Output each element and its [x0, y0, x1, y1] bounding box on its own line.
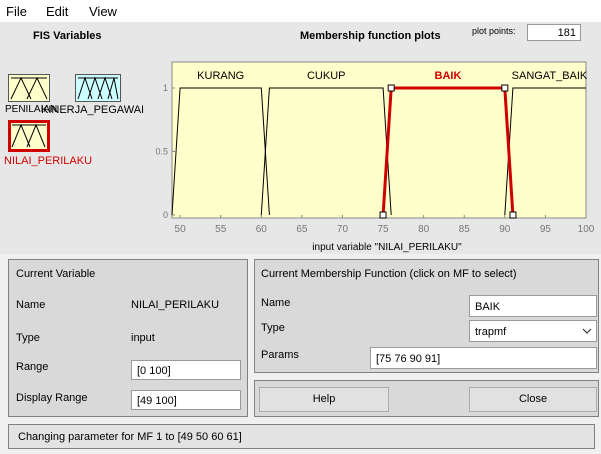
- current-variable-header: Current Variable: [16, 268, 96, 280]
- cv-display-range-label: Display Range: [16, 392, 88, 404]
- fis-output-label: KINERJA_PEGAWAI: [41, 104, 145, 116]
- menu-view[interactable]: View: [89, 4, 117, 19]
- mf-vertex-handle[interactable]: [379, 211, 387, 219]
- mf-label-kurang[interactable]: KURANG: [197, 70, 244, 82]
- plot-points-label: plot points:: [472, 26, 516, 36]
- cv-range-label: Range: [16, 361, 49, 373]
- cv-name-label: Name: [16, 299, 46, 311]
- menu-edit[interactable]: Edit: [46, 4, 68, 19]
- mf-vertex-handle[interactable]: [387, 84, 395, 92]
- mf-type-label: Type: [261, 322, 285, 334]
- x-tick-label: 65: [296, 224, 308, 235]
- cv-type-label: Type: [16, 332, 40, 344]
- x-tick-label: 60: [256, 224, 268, 235]
- x-tick-label: 70: [337, 224, 349, 235]
- mf-type-value: trapmf: [475, 326, 507, 338]
- mf-label-baik[interactable]: BAIK: [435, 70, 462, 82]
- y-tick-label: 1: [163, 83, 168, 93]
- mf-type-select[interactable]: trapmf: [469, 320, 597, 342]
- status-bar: Changing parameter for MF 1 to [49 50 60…: [8, 424, 595, 449]
- plot-area: [171, 61, 587, 219]
- mf-name-label: Name: [261, 297, 291, 309]
- membership-function-plot[interactable]: 1 0.5 0 50 55 60 65 70 75 80 85 90 95 100 KURANG CUKU…: [150, 58, 601, 254]
- current-mf-header: Current Membership Function (click on MF…: [261, 268, 517, 280]
- mf-label-cukup[interactable]: CUKUP: [307, 70, 346, 82]
- mf-label-sangat-baik[interactable]: SANGAT_BAIK: [512, 70, 588, 82]
- mf-name-input[interactable]: BAIK: [469, 295, 597, 317]
- help-button[interactable]: Help: [259, 387, 389, 412]
- cv-name-value: NILAI_PERILAKU: [131, 299, 220, 311]
- fis-input-nilai-perilaku[interactable]: [8, 120, 50, 152]
- fis-output-kinerja[interactable]: [75, 74, 121, 102]
- y-tick-label: 0.5: [155, 147, 168, 157]
- x-tick-label: 90: [499, 224, 511, 235]
- x-tick-label: 95: [540, 224, 552, 235]
- fis-variables-title: FIS Variables: [33, 30, 102, 42]
- mf-params-label: Params: [261, 349, 299, 361]
- cv-range-input[interactable]: [0 100]: [131, 360, 241, 380]
- menu-file[interactable]: File: [6, 4, 27, 19]
- plot-points-input[interactable]: 181: [527, 24, 581, 41]
- x-tick-label: 50: [175, 224, 187, 235]
- menu-bar: File Edit View: [0, 0, 601, 22]
- plot-title: Membership function plots: [300, 30, 441, 42]
- cv-display-range-input[interactable]: [49 100]: [131, 390, 241, 410]
- fis-input-penilaian[interactable]: [8, 74, 50, 102]
- cv-type-value: input: [131, 332, 155, 344]
- close-button[interactable]: Close: [469, 387, 597, 412]
- plot-xlabel: input variable "NILAI_PERILAKU": [312, 242, 462, 253]
- x-tick-label: 100: [578, 224, 595, 235]
- x-tick-label: 55: [215, 224, 227, 235]
- mf-icon: [77, 76, 119, 100]
- mf-vertex-handle[interactable]: [501, 84, 509, 92]
- mf-icon: [11, 123, 46, 148]
- x-tick-label: 85: [459, 224, 471, 235]
- mf-params-input[interactable]: [75 76 90 91]: [370, 347, 597, 369]
- y-tick-label: 0: [163, 210, 168, 220]
- fis-input2-label: NILAI_PERILAKU: [4, 155, 93, 167]
- chevron-down-icon: [582, 328, 592, 334]
- x-tick-label: 80: [418, 224, 430, 235]
- mf-icon: [10, 76, 48, 100]
- mf-vertex-handle[interactable]: [509, 211, 517, 219]
- x-tick-label: 75: [377, 224, 389, 235]
